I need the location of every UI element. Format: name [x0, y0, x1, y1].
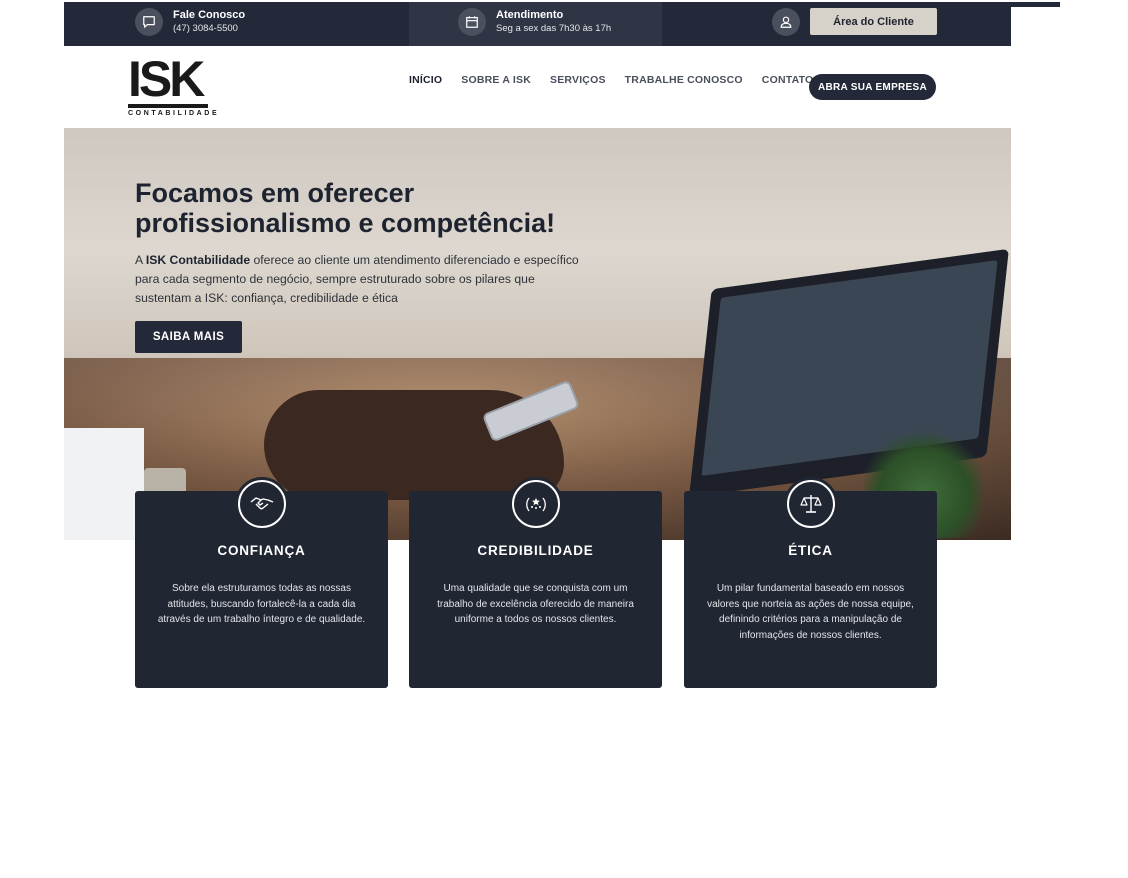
hero-title-line-2: profissionalismo e competência!	[135, 208, 556, 238]
hero-title-line-1: Focamos em oferecer	[135, 178, 415, 208]
nav-item-contato[interactable]: CONTATO	[762, 74, 814, 86]
value-card-credibilidade: CREDIBILIDADE Uma qualidade que se conqu…	[409, 477, 662, 688]
logo-wordmark: ISK	[128, 51, 205, 107]
card-title: CREDIBILIDADE	[477, 543, 594, 558]
site-header: ISK CONTABILIDADE INÍCIO SOBRE A ISK SER…	[64, 46, 1011, 128]
card-badge	[783, 477, 838, 531]
nav-item-servicos[interactable]: SERVIÇOS	[550, 74, 606, 86]
value-card-etica: ÉTICA Um pilar fundamental baseado em no…	[684, 477, 937, 688]
open-company-button[interactable]: ABRA SUA EMPRESA	[809, 74, 936, 100]
hours-subtitle: Seg a sex das 7h30 às 17h	[496, 23, 612, 34]
card-text: Uma qualidade que se conquista com um tr…	[437, 583, 634, 625]
hero-text-prefix: A	[135, 253, 146, 267]
logo-subtitle: CONTABILIDADE	[128, 110, 220, 117]
card-title: ÉTICA	[788, 543, 833, 558]
learn-more-button[interactable]: SAIBA MAIS	[135, 321, 242, 353]
nav-item-trabalhe[interactable]: TRABALHE CONOSCO	[625, 74, 743, 86]
card-badge	[508, 477, 563, 531]
client-user-badge[interactable]	[772, 8, 810, 36]
contact-phone[interactable]: (47) 3084-5500	[173, 22, 245, 35]
user-icon[interactable]	[772, 8, 800, 36]
shirt-sleeve-image	[64, 428, 144, 540]
calendar-icon	[458, 8, 486, 36]
scales-icon	[786, 480, 835, 528]
value-card-confianca: CONFIANÇA Sobre ela estruturamos todas a…	[135, 477, 388, 688]
contact-info[interactable]: Fale Conosco (47) 3084-5500	[135, 8, 245, 36]
main-nav: INÍCIO SOBRE A ISK SERVIÇOS TRABALHE CON…	[409, 74, 832, 86]
hero-title: Focamos em oferecer profissionalismo e c…	[135, 178, 615, 238]
hours-info: Atendimento Seg a sex das 7h30 às 17h	[458, 8, 611, 36]
top-edge-strip	[1011, 2, 1060, 7]
isk-logo[interactable]: ISK CONTABILIDADE	[128, 51, 220, 118]
chat-bubble-icon	[135, 8, 163, 36]
handshake-icon	[237, 480, 286, 528]
hero-text-brand: ISK Contabilidade	[145, 253, 251, 267]
nav-item-inicio[interactable]: INÍCIO	[409, 74, 442, 86]
contact-title: Fale Conosco	[173, 9, 246, 21]
nav-item-sobre[interactable]: SOBRE A ISK	[461, 74, 531, 86]
card-text: Sobre ela estruturamos todas as nossas a…	[157, 583, 366, 625]
card-title: CONFIANÇA	[217, 543, 306, 558]
page: Fale Conosco (47) 3084-5500 Atendimento …	[64, 2, 1011, 692]
top-bar: Fale Conosco (47) 3084-5500 Atendimento …	[64, 2, 1011, 46]
card-text: Um pilar fundamental baseado em nossos v…	[707, 583, 914, 641]
hours-title: Atendimento	[496, 9, 564, 21]
client-area-button[interactable]: Área do Cliente	[810, 8, 937, 35]
laurel-stars-icon	[511, 480, 560, 528]
card-badge	[234, 477, 289, 531]
hero-description: A ISK Contabilidade oferece ao cliente u…	[135, 251, 585, 308]
